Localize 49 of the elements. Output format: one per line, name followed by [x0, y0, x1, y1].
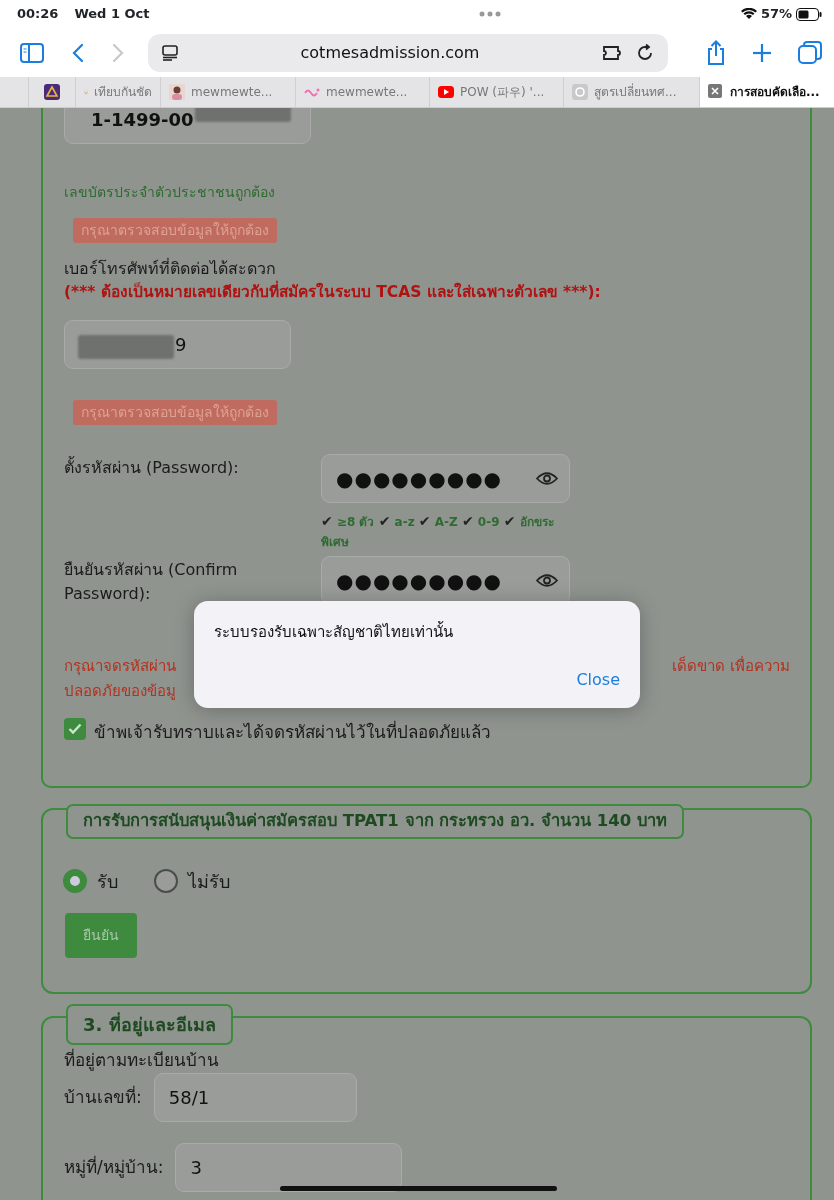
field-label: ยืนยันรหัสผ่าน (Confirm Password):	[64, 559, 239, 606]
field-note: (*** ต้องเป็นหมายเลขเดียวกับที่สมัครในระบบ TCAS และใส่เฉพาะตัวเลข ***):	[64, 281, 790, 305]
text-field[interactable]: 58/1	[153, 1073, 357, 1123]
section-legend: 3. ที่อยู่และอีเมล	[66, 1003, 233, 1045]
alert-message: ระบบรองรับเฉพาะสัญชาติไทยเท่านั้น	[214, 621, 454, 643]
radio-label: ไม่รับ	[188, 869, 230, 894]
new-tab-icon[interactable]	[752, 42, 772, 63]
browser-tab[interactable]: การสอบคัดเลือ...	[699, 77, 834, 107]
password-field[interactable]: ●●●●●●●●●	[321, 454, 570, 504]
sidebar-icon[interactable]	[20, 42, 44, 63]
battery-icon	[796, 7, 822, 21]
warning-text: ปลอดภัยของข้อมู	[64, 681, 176, 703]
validation-message: เลขบัตรประจำตัวประชาชนถูกต้อง	[64, 183, 276, 203]
password-rules: ✔ ≥8 ตัว ✔ a-z ✔ A-Z ✔ 0-9 ✔ อักขระพิเศษ	[321, 512, 555, 552]
checkbox-label: ข้าพเจ้ารับทราบและได้จดรหัสผ่านไว้ในที่ปลอดภัยแล้ว	[94, 720, 491, 745]
radio-button[interactable]	[154, 869, 178, 894]
back-icon[interactable]	[72, 42, 84, 63]
more-dots-icon[interactable]	[479, 11, 502, 17]
reload-icon[interactable]	[636, 43, 654, 62]
check-icon	[68, 723, 82, 735]
tabs-overview-icon[interactable]	[798, 40, 822, 65]
error-badge: กรุณาตรวจสอบข้อมูลให้ถูกต้อง	[73, 400, 277, 426]
error-badge: กรุณาตรวจสอบข้อมูลให้ถูกต้อง	[73, 218, 277, 243]
eye-icon[interactable]	[536, 573, 558, 589]
section-legend: การรับการสนับสนุนเงินค่าสมัครสอบ TPAT1 จาก กระทรวง อว. จำนวน 140 บาท	[66, 803, 684, 839]
reader-icon[interactable]	[162, 44, 178, 61]
warning-text: กรุณาจดรหัสผ่าน	[64, 656, 176, 678]
field-label: เบอร์โทรศัพท์ที่ติดต่อได้สะดวก	[64, 257, 277, 280]
extension-icon[interactable]	[602, 43, 624, 62]
section-subheading: ที่อยู่ตามทะเบียนบ้าน	[64, 1047, 220, 1073]
circle-badge-icon	[572, 84, 588, 100]
status-time: 00:26	[17, 5, 59, 24]
play-icon	[438, 84, 454, 100]
text-field[interactable]: 3	[175, 1143, 403, 1193]
close-button[interactable]: Close	[576, 668, 620, 692]
square-logo-icon	[44, 84, 60, 100]
warning-text: เด็ดขาด เพื่อความ	[672, 655, 790, 678]
field-label: บ้านเลขที่:	[64, 1085, 142, 1109]
radio-button[interactable]	[63, 869, 87, 894]
battery-percent: 57%	[760, 5, 792, 24]
field-label: ตั้งรหัสผ่าน (Password):	[64, 455, 240, 480]
field-label: หมู่ที่/หมู่บ้าน:	[64, 1155, 164, 1180]
close-icon	[708, 84, 724, 100]
eye-icon[interactable]	[536, 471, 558, 487]
share-icon[interactable]	[706, 39, 726, 66]
status-date: Wed 1 Oct	[74, 5, 150, 24]
radio-label: รับ	[97, 869, 118, 894]
checkbox[interactable]	[64, 718, 86, 740]
wifi-icon	[740, 8, 757, 20]
